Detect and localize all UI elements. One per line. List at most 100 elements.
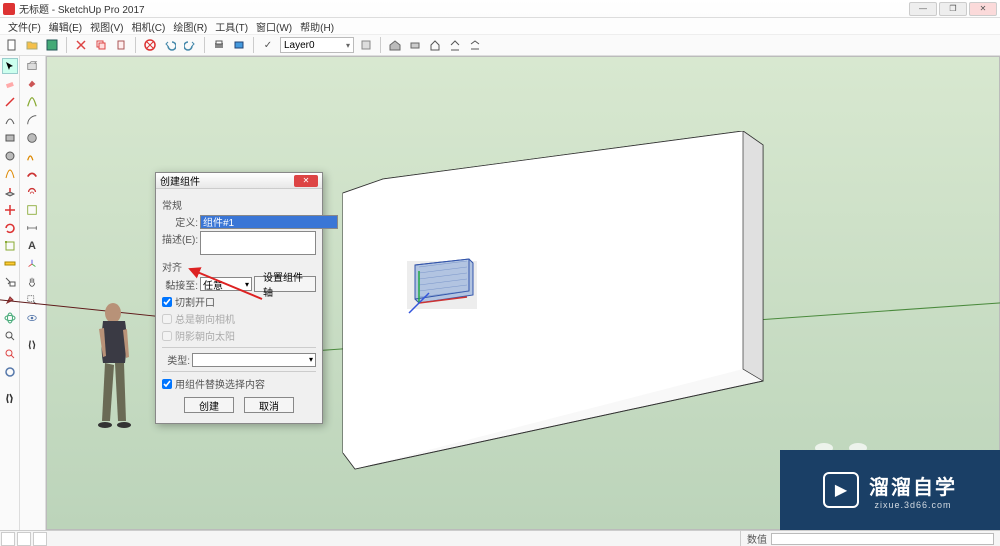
copy-icon[interactable]	[93, 37, 109, 53]
status-button-3[interactable]	[33, 532, 47, 546]
axes-icon[interactable]	[22, 256, 42, 272]
new-file-icon[interactable]	[4, 37, 20, 53]
paint-bucket-icon[interactable]	[22, 76, 42, 92]
set-axes-button[interactable]: 设置组件轴	[254, 276, 316, 292]
description-label: 描述(E):	[162, 231, 198, 246]
minimize-button[interactable]: —	[909, 2, 937, 16]
measurement-label: 数值	[747, 531, 767, 546]
wall-geometry	[313, 131, 813, 471]
polygon-icon[interactable]	[22, 130, 42, 146]
text-tool-icon[interactable]	[2, 274, 18, 290]
main-toolbar: ✓ Layer0	[0, 34, 1000, 56]
type-dropdown[interactable]	[192, 353, 316, 367]
definition-input[interactable]	[200, 215, 338, 229]
pie-icon[interactable]	[22, 148, 42, 164]
status-button-2[interactable]	[17, 532, 31, 546]
close-button[interactable]: ✕	[969, 2, 997, 16]
move-tool-icon[interactable]	[2, 202, 18, 218]
layer-dropdown[interactable]: Layer0	[280, 37, 354, 53]
definition-label: 定义:	[162, 214, 198, 229]
rotate-tool-icon[interactable]	[2, 220, 18, 236]
layer-manager-icon[interactable]	[358, 37, 374, 53]
component-tool-icon[interactable]	[22, 58, 42, 74]
layer-visible-icon[interactable]: ✓	[260, 37, 276, 53]
title-bar: 无标题 - SketchUp Pro 2017 — ❐ ✕	[0, 0, 1000, 18]
component-selection	[405, 257, 485, 317]
status-button-1[interactable]	[1, 532, 15, 546]
measurement-input[interactable]	[771, 533, 994, 545]
warehouse-icon[interactable]	[387, 37, 403, 53]
polygon-tool-icon[interactable]	[2, 166, 18, 182]
app-logo-icon	[3, 3, 15, 15]
zoom-extents-icon[interactable]	[2, 346, 18, 362]
home-icon[interactable]	[427, 37, 443, 53]
arc2-icon[interactable]	[22, 112, 42, 128]
zoom-tool-icon[interactable]	[2, 328, 18, 344]
watermark-title: 溜溜自学	[869, 471, 957, 500]
menu-view[interactable]: 视图(V)	[86, 19, 127, 34]
eraser-tool-icon[interactable]	[2, 76, 18, 92]
description-input[interactable]	[200, 231, 316, 255]
status-bar: 数值	[0, 530, 1000, 546]
extension-icon[interactable]	[407, 37, 423, 53]
lookaround-icon[interactable]	[22, 310, 42, 326]
offset-icon[interactable]	[22, 184, 42, 200]
text3d-icon[interactable]: A	[22, 238, 42, 254]
create-button[interactable]: 创建	[184, 397, 234, 413]
followme-icon[interactable]	[22, 166, 42, 182]
pan-icon[interactable]	[22, 274, 42, 290]
walk-tool-icon[interactable]	[2, 390, 18, 406]
scale-tool-icon[interactable]	[2, 238, 18, 254]
watermark-badge: 溜溜自学 zixue.3d66.com	[780, 450, 1000, 530]
circle-tool-icon[interactable]	[2, 148, 18, 164]
scale2-icon[interactable]	[22, 202, 42, 218]
position-camera-icon[interactable]	[22, 336, 42, 352]
tool-palette-left	[0, 56, 20, 530]
rectangle-tool-icon[interactable]	[2, 130, 18, 146]
shadows-sun-checkbox: 阴影朝向太阳	[162, 328, 316, 343]
select-tool-icon[interactable]	[2, 58, 18, 74]
dialog-title: 创建组件	[160, 173, 200, 188]
orbit-tool-icon[interactable]	[2, 310, 18, 326]
arc-tool-icon[interactable]	[2, 112, 18, 128]
glue-label: 黏接至:	[162, 277, 198, 292]
menu-help[interactable]: 帮助(H)	[296, 19, 338, 34]
redo-icon[interactable]	[182, 37, 198, 53]
paste-icon[interactable]	[113, 37, 129, 53]
general-section-label: 常规	[162, 197, 316, 212]
menu-bar: 文件(F) 编辑(E) 视图(V) 相机(C) 绘图(R) 工具(T) 窗口(W…	[0, 18, 1000, 34]
undo-icon[interactable]	[162, 37, 178, 53]
menu-window[interactable]: 窗口(W)	[252, 19, 296, 34]
menu-camera[interactable]: 相机(C)	[127, 19, 169, 34]
menu-tools[interactable]: 工具(T)	[211, 19, 252, 34]
maximize-button[interactable]: ❐	[939, 2, 967, 16]
dims-icon[interactable]	[22, 220, 42, 236]
pushpull-tool-icon[interactable]	[2, 184, 18, 200]
delete-icon[interactable]	[142, 37, 158, 53]
replace-selection-checkbox[interactable]: 用组件替换选择内容	[162, 376, 316, 391]
tool-palette-large: A	[20, 56, 46, 530]
upload-icon[interactable]	[467, 37, 483, 53]
menu-draw[interactable]: 绘图(R)	[169, 19, 211, 34]
glue-dropdown[interactable]: 任意	[200, 277, 252, 291]
open-file-icon[interactable]	[24, 37, 40, 53]
zoom-window-icon[interactable]	[22, 292, 42, 308]
face-camera-checkbox: 总是朝向相机	[162, 311, 316, 326]
share-icon[interactable]	[447, 37, 463, 53]
dialog-titlebar[interactable]: 创建组件 ✕	[156, 173, 322, 189]
cut-icon[interactable]	[73, 37, 89, 53]
save-icon[interactable]	[44, 37, 60, 53]
tape-tool-icon[interactable]	[2, 256, 18, 272]
window-title: 无标题 - SketchUp Pro 2017	[19, 1, 145, 16]
cancel-button[interactable]: 取消	[244, 397, 294, 413]
dialog-close-button[interactable]: ✕	[294, 175, 318, 187]
freehand-icon[interactable]	[22, 94, 42, 110]
menu-file[interactable]: 文件(F)	[4, 19, 45, 34]
line-tool-icon[interactable]	[2, 94, 18, 110]
model-info-icon[interactable]	[231, 37, 247, 53]
type-label: 类型:	[162, 352, 190, 367]
watermark-logo-icon	[823, 472, 859, 508]
print-icon[interactable]	[211, 37, 227, 53]
menu-edit[interactable]: 编辑(E)	[45, 19, 86, 34]
section-tool-icon[interactable]	[2, 364, 18, 380]
